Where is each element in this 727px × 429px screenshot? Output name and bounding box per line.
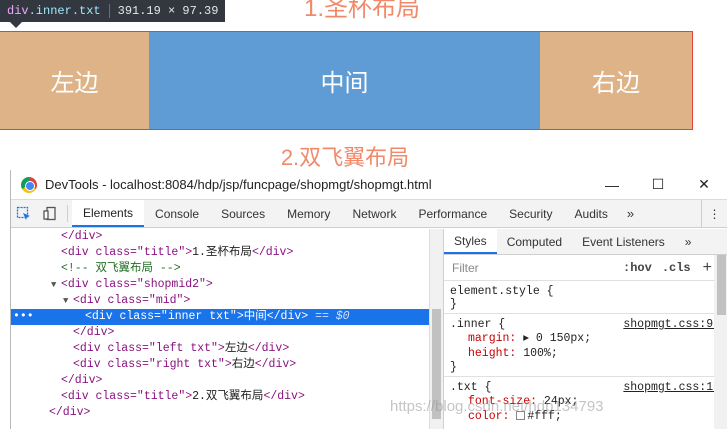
tag-text: </div> — [254, 358, 297, 371]
subtab-computed[interactable]: Computed — [497, 229, 572, 254]
property-name: height: — [468, 347, 517, 360]
device-toolbar-icon[interactable] — [37, 200, 63, 227]
property-value: ▸ 0 150px; — [523, 332, 592, 345]
dom-line[interactable]: </div> — [11, 405, 429, 421]
styles-scroll-thumb[interactable] — [717, 255, 726, 315]
page-heading-1: 1.圣杯布局 — [303, 0, 420, 22]
rule-source-link[interactable]: shopmgt.css:17 — [623, 381, 720, 394]
hover-state-toggle[interactable]: :hov — [623, 261, 652, 275]
new-rule-button[interactable]: + — [703, 259, 712, 277]
tag-text: <div class="right txt"> — [73, 358, 232, 371]
dom-line[interactable]: ▼ <div class="shopmid2"> — [11, 277, 429, 293]
tag-text: <div class="inner txt"> — [85, 310, 244, 323]
dom-line[interactable]: <div class="title">1.圣杯布局</div> — [11, 245, 429, 261]
tag-text: </div> — [263, 390, 305, 403]
property-name: margin: — [468, 332, 517, 345]
page-preview: 1.圣杯布局 左边 中间 右边 div .inner.txt 391.19 × 9… — [0, 0, 727, 170]
styles-filter-input[interactable]: Filter — [448, 257, 613, 278]
tab-audits[interactable]: Audits — [564, 200, 619, 227]
rule-source-link[interactable]: shopmgt.css:92 — [623, 318, 720, 331]
more-tabs-button[interactable]: » — [619, 200, 642, 227]
inspect-element-icon[interactable] — [11, 200, 37, 227]
styles-scrollbar[interactable] — [714, 255, 727, 429]
middle-column: 中间 — [149, 32, 540, 129]
elements-tree: </div> <div class="title">1.圣杯布局</div> <… — [11, 229, 429, 429]
right-column: 右边 — [540, 32, 692, 129]
tab-memory[interactable]: Memory — [276, 200, 341, 227]
holy-grail-layout: 左边 中间 右边 — [0, 31, 693, 130]
tag-text: </div> — [49, 406, 91, 419]
tag-text: </div> — [251, 246, 294, 259]
dom-line[interactable]: ▼ <div class="mid"> — [11, 293, 429, 309]
watermark: https://blog.csdn.net/hdp134793 — [390, 398, 604, 415]
style-rule-element: element.style { } — [444, 281, 727, 314]
property-value: 100%; — [523, 347, 558, 360]
styles-subtabs: Styles Computed Event Listeners » — [444, 229, 727, 255]
expand-triangle-icon[interactable]: ▼ — [51, 277, 61, 293]
window-titlebar: DevTools - localhost:8084/hdp/jsp/funcpa… — [11, 170, 727, 200]
tooltip-tag: div — [7, 4, 29, 18]
node-text: 左边 — [224, 342, 248, 355]
window-title: DevTools - localhost:8084/hdp/jsp/funcpa… — [45, 177, 432, 192]
dom-line[interactable]: </div> — [11, 325, 429, 341]
dom-line[interactable]: <div class="left txt">左边</div> — [11, 341, 429, 357]
dom-line-selected[interactable]: ••• <div class="inner txt">中间</div> == $0 — [11, 309, 429, 325]
close-button[interactable]: ✕ — [681, 170, 727, 200]
rule-close: } — [450, 298, 457, 311]
selected-node-marker: == $0 — [315, 310, 350, 323]
tab-network[interactable]: Network — [341, 200, 407, 227]
expand-triangle-icon[interactable]: ▼ — [63, 293, 73, 309]
tag-text: </div> — [73, 326, 115, 339]
css-property[interactable]: height: 100%; — [450, 346, 722, 361]
comment-text: <!-- 双飞翼布局 --> — [61, 262, 181, 275]
tag-text: <div class="shopmid2"> — [61, 278, 213, 291]
devtools-toolbar: Elements Console Sources Memory Network … — [11, 200, 727, 228]
left-column: 左边 — [0, 32, 149, 129]
tab-console[interactable]: Console — [144, 200, 210, 227]
window-controls: — ☐ ✕ — [589, 170, 727, 200]
devtools-window: DevTools - localhost:8084/hdp/jsp/funcpa… — [10, 170, 727, 429]
tooltip-classes: .inner.txt — [28, 4, 101, 18]
dom-line[interactable]: <!-- 双飞翼布局 --> — [11, 261, 429, 277]
tag-text: <div class="title"> — [61, 390, 193, 403]
tab-performance[interactable]: Performance — [407, 200, 498, 227]
tag-text: <div class="left txt"> — [73, 342, 225, 355]
tab-security[interactable]: Security — [498, 200, 563, 227]
toolbar-divider — [67, 205, 68, 222]
node-text: 右边 — [231, 358, 255, 371]
node-actions-dots[interactable]: ••• — [13, 309, 34, 325]
page-heading-2: 2.双飞翼布局 — [280, 145, 410, 170]
tag-text: </div> — [247, 342, 290, 355]
dom-line[interactable]: </div> — [11, 373, 429, 389]
node-text: 中间 — [243, 310, 267, 323]
tab-sources[interactable]: Sources — [210, 200, 276, 227]
styles-filter-row: Filter :hov .cls + — [444, 255, 727, 281]
dom-line[interactable]: <div class="title">2.双飞翼布局</div> — [11, 389, 429, 405]
maximize-button[interactable]: ☐ — [635, 170, 681, 200]
rule-selector: element.style { — [450, 285, 554, 298]
class-toggle[interactable]: .cls — [662, 261, 691, 275]
tag-text: <div class="title"> — [61, 246, 193, 259]
css-property[interactable]: margin: ▸ 0 150px; — [450, 331, 722, 346]
more-subtabs-button[interactable]: » — [675, 229, 702, 254]
dom-line[interactable]: <div class="right txt">右边</div> — [11, 357, 429, 373]
node-text: 2.双飞翼布局 — [192, 390, 264, 403]
tag-text: <div class="mid"> — [73, 294, 191, 307]
tag-text: </div> — [266, 310, 309, 323]
tag-text: </div> — [61, 374, 103, 387]
dom-line[interactable]: </div> — [11, 229, 429, 245]
node-text: 1.圣杯布局 — [192, 246, 252, 259]
customize-menu-icon[interactable]: ⋮ — [701, 200, 727, 227]
tab-elements[interactable]: Elements — [72, 200, 145, 227]
tag-text: </div> — [61, 230, 103, 243]
tooltip-arrow — [10, 22, 22, 28]
minimize-button[interactable]: — — [589, 170, 635, 200]
style-rule-inner: shopmgt.css:92 .inner { margin: ▸ 0 150p… — [444, 314, 727, 377]
subtab-event-listeners[interactable]: Event Listeners — [572, 229, 675, 254]
chrome-logo-icon — [21, 176, 37, 193]
tooltip-dimensions: 391.19 × 97.39 — [108, 4, 218, 18]
inspect-tooltip: div .inner.txt 391.19 × 97.39 — [0, 0, 226, 22]
subtab-styles[interactable]: Styles — [444, 229, 497, 254]
rule-close: } — [450, 361, 457, 374]
